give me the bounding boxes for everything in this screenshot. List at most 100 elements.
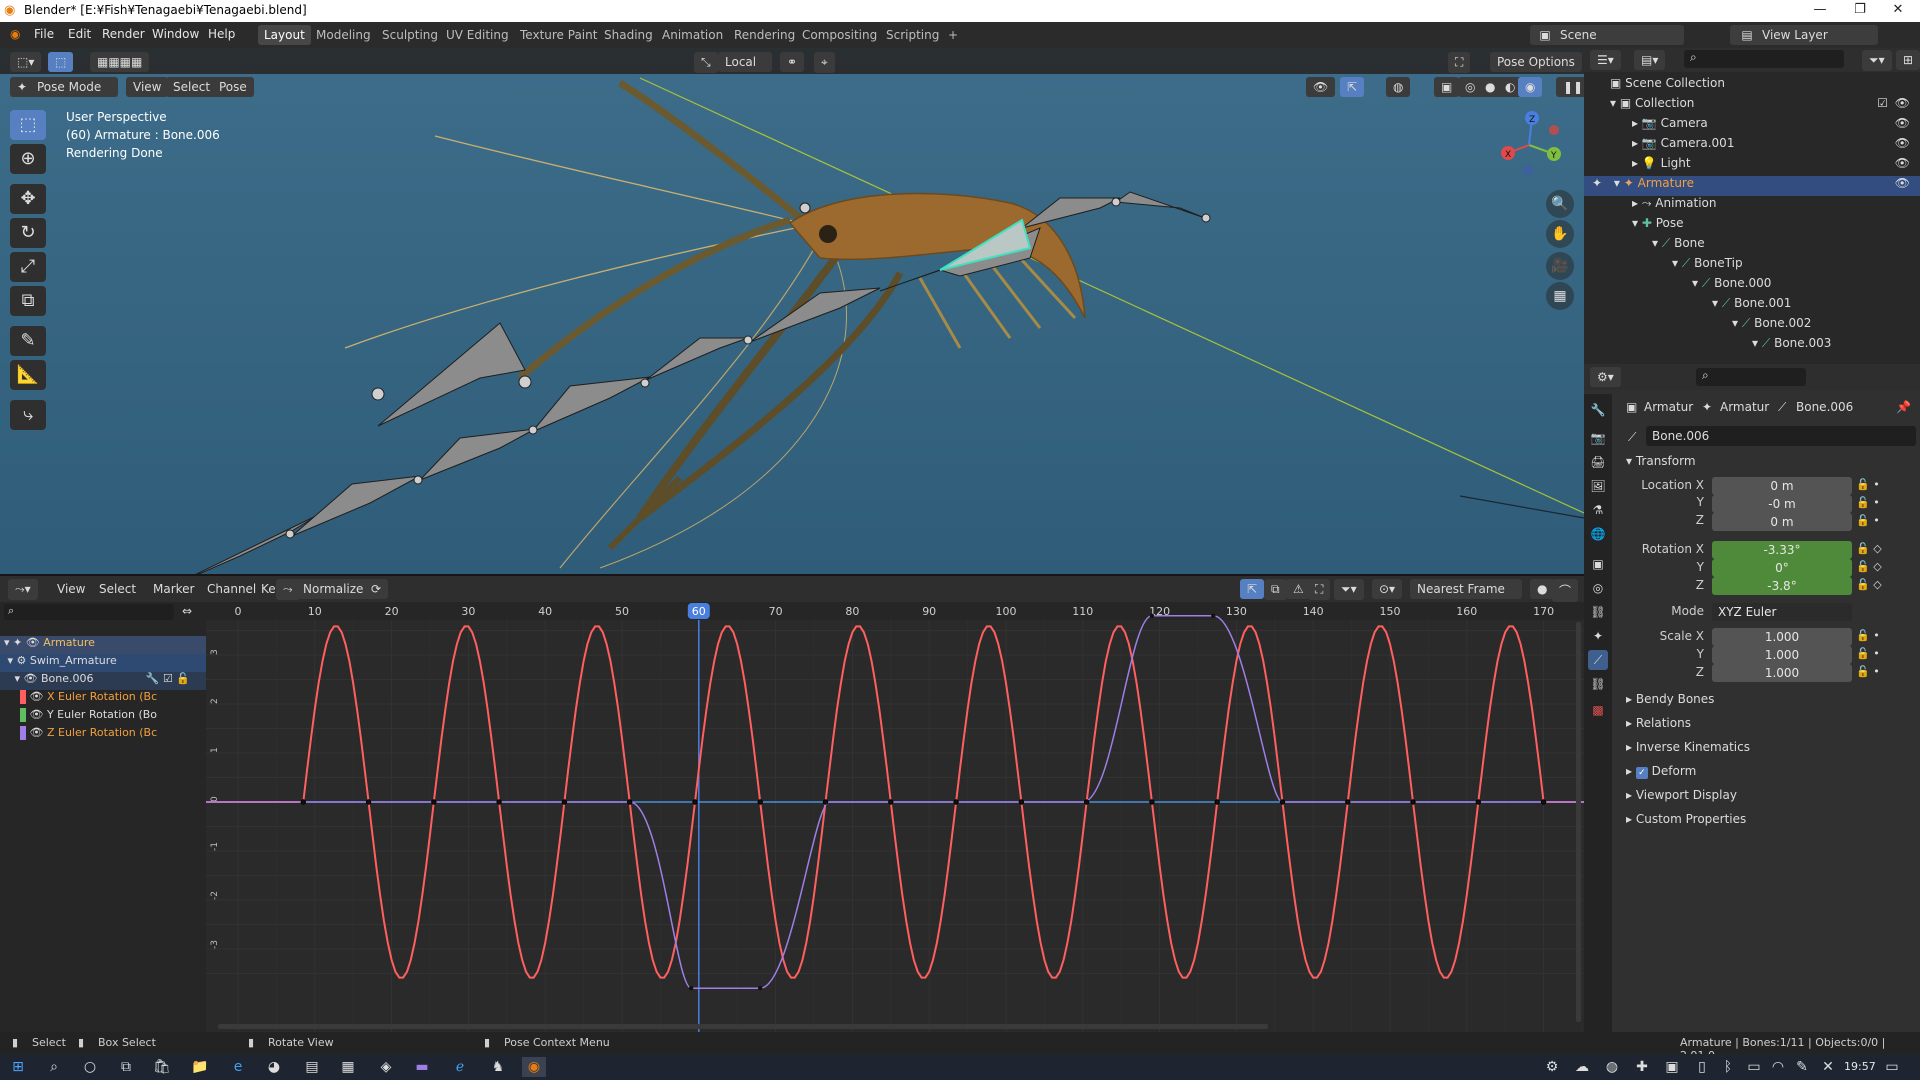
network-icon[interactable]: ▭ xyxy=(1742,1057,1766,1077)
edge-icon[interactable]: e xyxy=(226,1057,250,1077)
orientation-icon[interactable]: ⤡ xyxy=(694,52,718,73)
mode-dropdown[interactable]: Pose Mode xyxy=(30,77,118,97)
ortho-grid-icon[interactable]: ▦ xyxy=(1546,282,1574,310)
scale-x-field[interactable]: 1.000 xyxy=(1712,628,1852,646)
scale-z-field[interactable]: 1.000 xyxy=(1712,664,1852,682)
menu-help[interactable]: Help xyxy=(208,27,235,41)
inverse-kinematics-panel[interactable]: ▸ Inverse Kinematics xyxy=(1626,740,1750,754)
pivot-icon[interactable]: ⚭ xyxy=(780,52,805,72)
world-tab-icon[interactable]: 🌐 xyxy=(1588,524,1608,544)
relations-panel[interactable]: ▸ Relations xyxy=(1626,716,1691,730)
only-selected-icon[interactable]: ⇱ xyxy=(1240,579,1265,599)
outliner-row[interactable]: ▸ 💡 Light 👁 xyxy=(1584,156,1920,176)
pen-icon[interactable]: ✎ xyxy=(1790,1057,1814,1077)
maximize-icon[interactable]: ❐ xyxy=(1840,2,1880,17)
blender-menu-icon[interactable]: ◉ xyxy=(10,27,20,41)
new-collection-icon[interactable]: ⊞ xyxy=(1896,50,1920,70)
display-mode-icon[interactable]: ▤▾ xyxy=(1634,50,1666,70)
gizmos-icon[interactable]: ⇱ xyxy=(1340,77,1365,97)
outliner-row[interactable]: ▾ ✚ Pose xyxy=(1584,216,1920,236)
show-hidden-icon[interactable]: ⧉ xyxy=(1264,579,1287,600)
bone-roll-tool-icon[interactable]: ⤷ xyxy=(10,400,46,430)
outliner-row[interactable]: ▾ ▣ Collection ☑ 👁 xyxy=(1584,96,1920,116)
menu-render[interactable]: Render xyxy=(102,27,145,41)
gizmo-toggle-icon[interactable]: ⛶ xyxy=(1448,52,1471,73)
texture-tab-icon[interactable]: ▩ xyxy=(1588,700,1608,720)
rotation-mode-dropdown[interactable]: XYZ Euler xyxy=(1712,603,1852,621)
render-tab-icon[interactable]: 📷 xyxy=(1588,428,1608,448)
select-mode-icons[interactable]: ▦▦▦▦ xyxy=(90,52,150,72)
keyframe-icon[interactable]: 🔓 ◇ xyxy=(1856,560,1882,573)
filter-icon[interactable]: ⛶ xyxy=(1308,579,1331,600)
physics-tab-icon[interactable]: ◎ xyxy=(1588,578,1608,598)
select-box-icon[interactable]: ⬚ xyxy=(48,52,74,72)
tray-icons[interactable]: ▣ xyxy=(1660,1057,1684,1077)
bone-name-field[interactable]: Bone.006 xyxy=(1646,426,1916,446)
properties-search-input[interactable]: ⌕ xyxy=(1696,368,1806,386)
fcurve-y-rotation[interactable]: 👁 Y Euler Rotation (Bo xyxy=(0,708,206,726)
xray-icon[interactable]: ▣ xyxy=(1434,77,1460,97)
lock-icon[interactable]: 🔓 • xyxy=(1856,665,1880,678)
task-view-icon[interactable]: ⧉ xyxy=(114,1057,138,1077)
ie-icon[interactable]: ℯ xyxy=(448,1057,472,1077)
deform-panel[interactable]: ▸ ✓ Deform xyxy=(1626,764,1696,779)
location-y-field[interactable]: -0 m xyxy=(1712,495,1852,513)
chrome-icon[interactable]: ◕ xyxy=(262,1057,286,1077)
battery-icon[interactable]: ▯ xyxy=(1690,1057,1714,1077)
outliner-row[interactable]: ▸ ⤳ Animation xyxy=(1584,196,1920,216)
armature-data-tab-icon[interactable]: ✦ xyxy=(1588,626,1608,646)
cursor-tool-icon[interactable]: ⊕ xyxy=(10,144,46,174)
snap-icon[interactable]: ⌖ xyxy=(814,52,835,73)
cortana-icon[interactable]: ○ xyxy=(78,1057,102,1077)
outliner-row-selected[interactable]: ✦ ▾ ✦ Armature 👁 xyxy=(1584,176,1920,196)
outliner-row[interactable]: ▾ ⟋ Bone.001 xyxy=(1584,296,1920,316)
app-icon[interactable]: ▤ xyxy=(300,1057,324,1077)
graph-canvas[interactable]: 0102030405060708090100110120130140150160… xyxy=(206,602,1584,1032)
tool-tab-icon[interactable]: 🔧 xyxy=(1588,400,1608,420)
outliner-row[interactable]: ▾ ⟋ Bone.000 xyxy=(1584,276,1920,296)
properties-type-icon[interactable]: ⚙▾ xyxy=(1590,367,1621,387)
navigation-gizmo[interactable]: Y Z X xyxy=(1494,110,1564,180)
app-icon[interactable]: ◈ xyxy=(374,1057,398,1077)
overlays-icon[interactable]: ◍ xyxy=(1386,77,1411,97)
view-layer-field[interactable]: View Layer xyxy=(1756,25,1878,45)
measure-tool-icon[interactable]: 📐 xyxy=(10,360,46,390)
select-tool-icon[interactable]: ⬚ xyxy=(10,110,46,140)
tab-shading[interactable]: Shading xyxy=(598,25,659,45)
graph-menu-marker[interactable]: Marker xyxy=(146,579,201,599)
outliner-row[interactable]: ▾ ⟋ Bone xyxy=(1584,236,1920,256)
snap-mode-dropdown[interactable]: Nearest Frame xyxy=(1410,579,1522,599)
bone-tab-icon[interactable]: ⟋ xyxy=(1588,650,1608,670)
channel-bone-group[interactable]: ▾ 👁 Bone.006 🔧 ☑ 🔓 xyxy=(0,672,206,690)
tray-icons[interactable]: ⚙ xyxy=(1540,1057,1564,1077)
channel-action[interactable]: ▾ ⚙ Swim_Armature xyxy=(0,654,206,672)
graph-menu-select[interactable]: Select xyxy=(92,579,143,599)
transform-panel-header[interactable]: ▾ Transform xyxy=(1626,454,1696,468)
wifi-icon[interactable]: ◠ xyxy=(1766,1057,1790,1077)
funnel-icon[interactable]: ⏷▾ xyxy=(1334,579,1364,600)
channel-toggles-icon[interactable]: 🔧 ☑ 🔓 xyxy=(146,672,190,685)
tray-icons[interactable]: ✚ xyxy=(1630,1057,1654,1077)
object-tab-icon[interactable]: ▣ xyxy=(1588,554,1608,574)
outliner-row[interactable]: ▸ 📷 Camera 👁 xyxy=(1584,116,1920,136)
rotation-x-field[interactable]: -3.33° xyxy=(1712,541,1852,559)
swap-channels-icon[interactable]: ⇔ xyxy=(182,604,192,618)
app-icon[interactable]: ▦ xyxy=(336,1057,360,1077)
lock-icon[interactable]: 🔓 • xyxy=(1856,629,1880,642)
pause-icon[interactable]: ❚❚ xyxy=(1556,77,1584,97)
outliner-filter-icon[interactable]: ⏷▾ xyxy=(1862,50,1892,71)
camera-view-icon[interactable]: 🎥 xyxy=(1546,252,1574,280)
bendy-bones-panel[interactable]: ▸ Bendy Bones xyxy=(1626,692,1714,706)
rotate-tool-icon[interactable]: ↻ xyxy=(10,218,46,248)
pivot-point-icon[interactable]: ⊙▾ xyxy=(1372,579,1403,599)
mute-icon[interactable]: ✕ xyxy=(1816,1057,1840,1077)
pin-icon[interactable]: 📌 xyxy=(1896,400,1911,414)
lock-icon[interactable]: 🔓 • xyxy=(1856,478,1880,491)
keyframe-icon[interactable]: 🔓 ◇ xyxy=(1856,542,1882,555)
channel-search-input[interactable]: ⌕ xyxy=(4,604,174,620)
scene-tab-icon[interactable]: ⚗ xyxy=(1588,500,1608,520)
fcurve-z-rotation[interactable]: 👁 Z Euler Rotation (Bc xyxy=(0,726,206,744)
minimize-icon[interactable]: — xyxy=(1800,2,1840,17)
menu-pose[interactable]: Pose xyxy=(212,77,254,97)
fcurve-x-rotation[interactable]: 👁 X Euler Rotation (Bc xyxy=(0,690,206,708)
